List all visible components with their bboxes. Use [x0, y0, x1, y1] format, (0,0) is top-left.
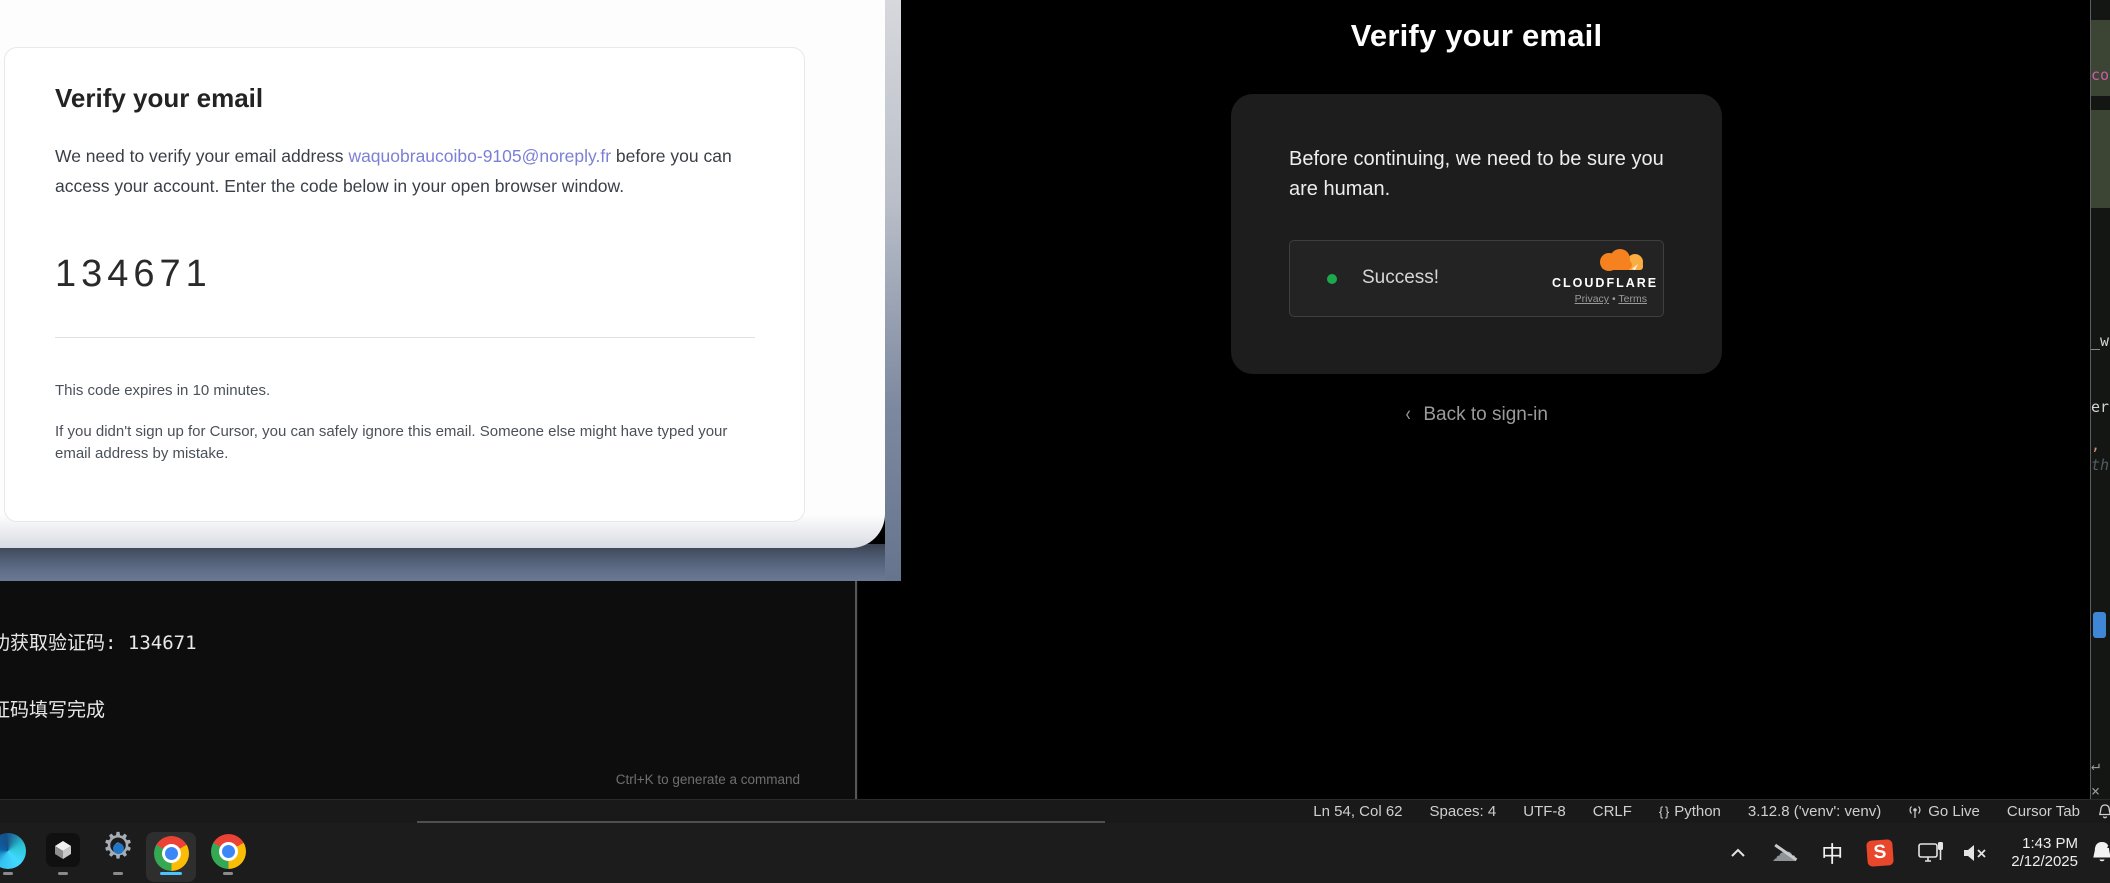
- tray-snipaste[interactable]: S: [1867, 840, 1893, 866]
- chevron-left-icon: ‹: [1406, 403, 1411, 427]
- divider: [55, 337, 755, 338]
- tray-volume-muted[interactable]: [1961, 842, 1991, 864]
- python-interpreter-indicator[interactable]: 3.12.8 ('venv': venv): [1748, 803, 1881, 820]
- terminal-line: 证码填写完成: [0, 699, 858, 721]
- broadcast-icon: [1908, 804, 1922, 819]
- code-fragment: _w: [2091, 332, 2110, 350]
- taskbar: ⚙ ☁ 中 S: [0, 823, 2110, 883]
- terminal-right-divider: [855, 581, 857, 799]
- code-fragment: co: [2091, 66, 2110, 84]
- taskbar-cube-app-button[interactable]: [41, 829, 85, 877]
- speaker-mute-icon: [1961, 842, 1991, 864]
- running-indicator: [223, 872, 233, 875]
- page-title: Verify your email: [1231, 18, 1722, 54]
- editor-blue-badge: [2093, 612, 2106, 638]
- eol-indicator[interactable]: CRLF: [1593, 803, 1632, 820]
- monitor-plug-icon: [1917, 840, 1945, 866]
- running-indicator: [58, 872, 68, 875]
- return-arrow-glyph: ↵: [2091, 756, 2110, 774]
- terminal-panel[interactable]: 功获取验证码: 134671 证码填写完成 在处理 Turnstile 验证..…: [0, 581, 858, 799]
- taskbar-top-divider: [417, 821, 1105, 823]
- email-card: Verify your email We need to verify your…: [4, 47, 805, 522]
- cursor-position-indicator[interactable]: Ln 54, Col 62: [1313, 803, 1402, 820]
- cloud-slash-icon: ☁: [1771, 838, 1797, 868]
- taskbar-chrome-button-active[interactable]: [146, 829, 196, 877]
- active-indicator: [160, 872, 182, 875]
- chrome-icon: [154, 836, 189, 871]
- email-body-text: We need to verify your email address waq…: [55, 141, 770, 201]
- email-preview-window: Verify your email We need to verify your…: [0, 0, 901, 581]
- cursor-tab-indicator[interactable]: Cursor Tab: [2007, 803, 2080, 820]
- language-mode-indicator[interactable]: { } Python: [1659, 803, 1721, 820]
- cloudflare-turnstile-widget[interactable]: Success! CLOUDFLARE Privacy • Term: [1289, 240, 1664, 317]
- clock-date: 2/12/2025: [2011, 853, 2078, 871]
- indent-indicator[interactable]: Spaces: 4: [1430, 803, 1497, 820]
- links-separator: •: [1612, 293, 1616, 305]
- email-address-link[interactable]: waquobraucoibo-9105@noreply.fr: [348, 146, 611, 166]
- tray-focus-assist[interactable]: z z: [2088, 838, 2110, 868]
- cloudflare-brand-text: CLOUDFLARE: [1552, 276, 1647, 290]
- code-fragment: ,: [2091, 436, 2110, 454]
- editor-edge-strip: co _w er , th ↵ ×: [2090, 0, 2110, 799]
- snipaste-s-icon: S: [1866, 839, 1894, 867]
- tray-ime-indicator[interactable]: 中: [1821, 837, 1843, 869]
- running-indicator: [3, 872, 13, 875]
- editor-selection-highlight: [2091, 110, 2110, 208]
- terminal-ctrlk-hint: Ctrl+K to generate a command: [616, 772, 800, 787]
- human-check-card: Before continuing, we need to be sure yo…: [1231, 94, 1722, 374]
- back-to-sign-in-link[interactable]: ‹Back to sign-in: [1231, 404, 1722, 426]
- code-expiry-note: This code expires in 10 minutes.: [55, 382, 758, 399]
- human-check-text: Before continuing, we need to be sure yo…: [1289, 144, 1669, 204]
- code-fragment: er: [2091, 398, 2110, 416]
- chevron-up-icon: [1729, 847, 1747, 859]
- tray-clock[interactable]: 1:43 PM 2/12/2025: [2011, 835, 2078, 871]
- turnstile-status: Success!: [1362, 267, 1439, 289]
- window-edge-bottom: [0, 544, 901, 581]
- ime-chinese-icon: 中: [1821, 837, 1843, 869]
- clock-time: 1:43 PM: [2011, 835, 2078, 853]
- status-bar: Ln 54, Col 62 Spaces: 4 UTF-8 CRLF { } P…: [0, 799, 2110, 823]
- email-footer-note: If you didn't sign up for Cursor, you ca…: [55, 421, 750, 464]
- success-dot-icon: [1327, 274, 1337, 284]
- tray-display-device[interactable]: [1917, 840, 1945, 866]
- editor-selection-highlight: [2091, 20, 2110, 96]
- notifications-bell-icon[interactable]: [2096, 803, 2110, 821]
- email-heading: Verify your email: [55, 83, 758, 114]
- edge-icon: [0, 833, 26, 869]
- terms-link[interactable]: Terms: [1618, 293, 1647, 305]
- privacy-link[interactable]: Privacy: [1575, 293, 1609, 305]
- taskbar-chrome-button[interactable]: [206, 829, 250, 877]
- encoding-indicator[interactable]: UTF-8: [1523, 803, 1566, 820]
- taskbar-settings-button[interactable]: ⚙: [96, 829, 140, 877]
- chrome-icon: [211, 834, 246, 869]
- running-indicator: [113, 872, 123, 875]
- taskbar-edge-button[interactable]: [0, 829, 30, 877]
- window-edge-right: [885, 0, 901, 581]
- close-glyph: ×: [2091, 782, 2110, 799]
- cube-app-icon: [46, 833, 80, 867]
- gear-icon: ⚙: [102, 829, 134, 865]
- bell-z-icon: z z: [2088, 838, 2110, 868]
- tray-show-hidden-icons[interactable]: [1729, 847, 1747, 859]
- go-live-button[interactable]: Go Live: [1908, 803, 1980, 820]
- verification-code: 134671: [55, 253, 758, 296]
- tray-onedrive-offline[interactable]: ☁: [1771, 838, 1797, 868]
- code-fragment: th: [2091, 456, 2110, 474]
- terminal-line: 功获取验证码: 134671: [0, 632, 858, 654]
- braces-icon: { }: [1659, 804, 1668, 819]
- cloudflare-logo-icon: [1593, 249, 1647, 275]
